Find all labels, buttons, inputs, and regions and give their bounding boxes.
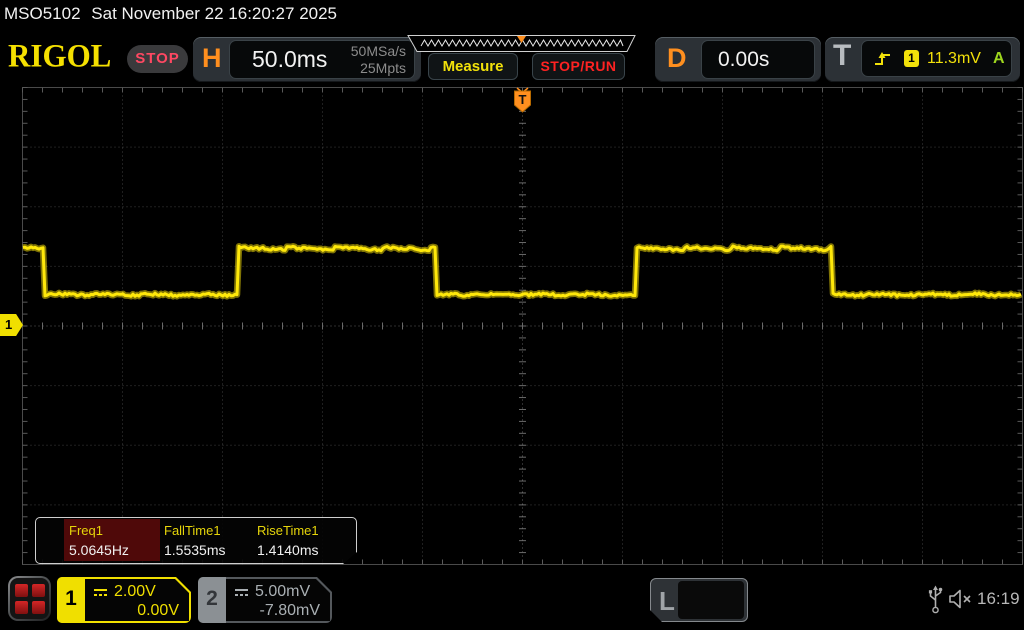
clock: 16:19 bbox=[977, 589, 1020, 609]
logic-label: L bbox=[659, 586, 675, 617]
waveform-display: T bbox=[22, 87, 1024, 566]
digital-channel-numbers: 0 1 2 3 4 5 6 7 8 9 1011 12131415 bbox=[678, 581, 744, 619]
channel1-number-tab: 1 bbox=[57, 577, 85, 623]
timebase-value: 50.0ms bbox=[252, 41, 327, 78]
sample-rate: 50MSa/s bbox=[351, 43, 406, 60]
function-navigation-icon[interactable] bbox=[8, 576, 51, 621]
channel2-values: 5.00mV -7.80mV bbox=[226, 579, 330, 621]
trigger-sweep-mode: A bbox=[993, 50, 1005, 68]
horizontal-inner: 50.0ms 50MSa/s 25Mpts bbox=[229, 40, 415, 79]
run-state-badge: STOP bbox=[127, 45, 188, 73]
rising-edge-icon bbox=[874, 51, 892, 67]
waveform-overview-strip[interactable] bbox=[407, 35, 636, 53]
channel1-scale: 2.00V bbox=[114, 583, 156, 601]
rigol-logo: RIGOL bbox=[8, 37, 111, 75]
trigger-label: T bbox=[833, 39, 851, 73]
channel2-number-tab: 2 bbox=[198, 577, 226, 623]
horizontal-label: H bbox=[202, 43, 222, 74]
acquisition-info: 50MSa/s 25Mpts bbox=[351, 43, 406, 77]
dc-coupling-icon bbox=[93, 588, 108, 597]
dc-coupling-icon bbox=[234, 588, 249, 597]
memory-depth: 25Mpts bbox=[351, 60, 406, 77]
usb-icon bbox=[928, 585, 943, 614]
measure-button[interactable]: Measure bbox=[428, 53, 518, 80]
trigger-source-badge: 1 bbox=[904, 50, 919, 67]
measurement-label: Freq1 bbox=[69, 523, 103, 538]
measurement-value: 5.0645Hz bbox=[69, 542, 129, 558]
channel2-offset: -7.80mV bbox=[260, 602, 320, 620]
trigger-level-value: 11.3mV bbox=[927, 50, 981, 68]
status-bar: MSO5102 Sat November 22 16:20:27 2025 bbox=[0, 0, 1024, 30]
delay-block[interactable]: D 0.00s bbox=[655, 37, 821, 82]
model-name: MSO5102 bbox=[4, 4, 81, 23]
svg-text:T: T bbox=[519, 92, 527, 107]
trigger-position-marker[interactable]: T bbox=[515, 88, 531, 112]
delay-value: 0.00s bbox=[718, 41, 769, 78]
red-grid-icon bbox=[10, 578, 49, 619]
trigger-inner: 1 11.3mV A bbox=[861, 40, 1012, 77]
measurement-label: FallTime1 bbox=[164, 523, 221, 538]
measurement-label: RiseTime1 bbox=[257, 523, 319, 538]
channel1-status-block[interactable]: 2.00V 0.00V 1 bbox=[57, 577, 191, 623]
stop-run-button[interactable]: STOP/RUN bbox=[532, 53, 625, 80]
channel1-position-marker[interactable]: 1 bbox=[0, 314, 23, 336]
measurement-results-box[interactable]: Freq1 5.0645Hz FallTime1 1.5535ms RiseTi… bbox=[35, 517, 357, 564]
ch1-trace bbox=[23, 246, 1021, 296]
logic-analyzer-block[interactable]: L 0 1 2 3 4 5 6 7 8 9 1011 12131415 bbox=[650, 578, 748, 622]
delay-inner: 0.00s bbox=[701, 40, 815, 79]
graticule bbox=[23, 88, 1023, 565]
digital-channels-row1: 0 1 2 3 4 5 6 7 bbox=[683, 620, 744, 630]
channel1-values: 2.00V 0.00V bbox=[85, 579, 189, 621]
channel1-offset: 0.00V bbox=[137, 602, 179, 620]
channel2-status-block[interactable]: 5.00mV -7.80mV 2 bbox=[198, 577, 332, 623]
channel2-scale: 5.00mV bbox=[255, 583, 310, 601]
speaker-muted-icon bbox=[948, 588, 974, 610]
measurement-value: 1.5535ms bbox=[164, 542, 225, 558]
oscilloscope-screen: MSO5102 Sat November 22 16:20:27 2025 RI… bbox=[0, 0, 1024, 630]
measurement-value: 1.4140ms bbox=[257, 542, 318, 558]
horizontal-settings-block[interactable]: H 50.0ms 50MSa/s 25Mpts bbox=[193, 37, 421, 82]
date-time: Sat November 22 16:20:27 2025 bbox=[91, 4, 337, 23]
trigger-block[interactable]: T 1 11.3mV A bbox=[825, 37, 1020, 82]
delay-label: D bbox=[667, 43, 687, 74]
ch1-trace-glow bbox=[23, 246, 1021, 296]
